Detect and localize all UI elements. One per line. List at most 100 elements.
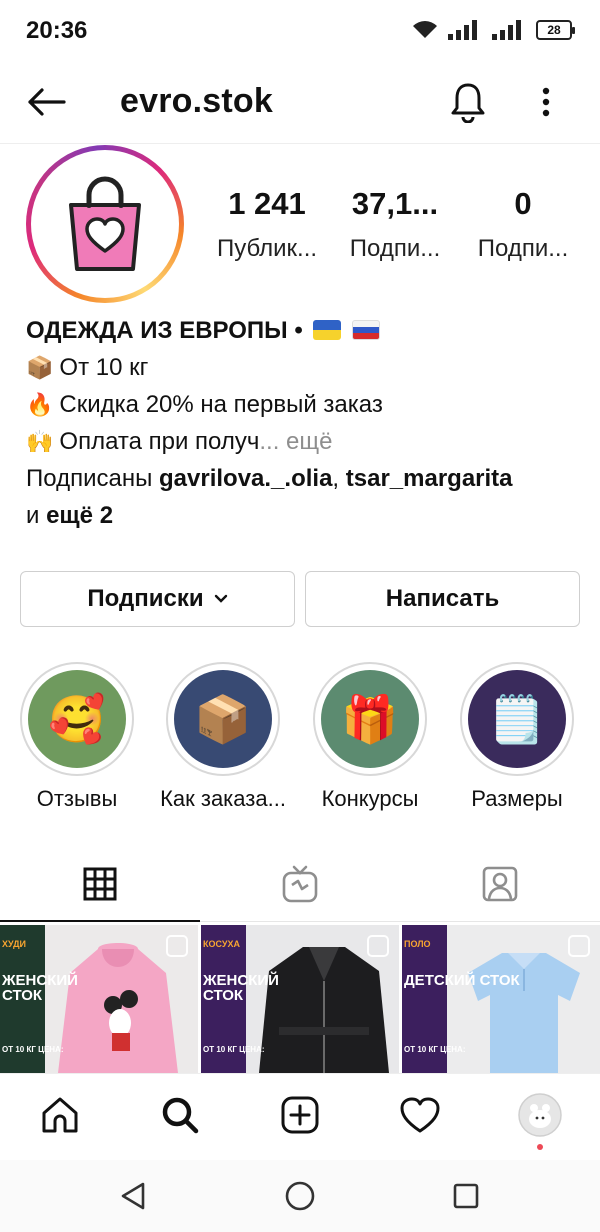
highlight-sizes[interactable]: 🗒️ Размеры	[437, 662, 597, 812]
followed-by[interactable]: Подписаны gavrilova._.olia, tsar_margari…	[26, 460, 586, 497]
post-thumbnail[interactable]: КОСУХА ЖЕНСКИЙ СТОК ОТ 10 КГ ЦЕНА:	[201, 925, 399, 1073]
post-thumbnail[interactable]: ХУДИ ЖЕНСКИЙ СТОК ОТ 10 КГ ЦЕНА:	[0, 925, 198, 1073]
battery-icon: 28	[536, 20, 575, 40]
bio-text: Скидка 20% на первый заказ	[59, 391, 383, 418]
tagged-user-icon	[482, 866, 518, 901]
following-button-label: Подписки	[87, 585, 204, 612]
stat-label: Публик...	[216, 235, 318, 262]
package-icon: 📦	[174, 670, 272, 768]
square-recents-icon	[453, 1183, 479, 1209]
nav-activity[interactable]	[380, 1088, 460, 1142]
profile-username: evro.stok	[120, 82, 273, 120]
posts-grid: ХУДИ ЖЕНСКИЙ СТОК ОТ 10 КГ ЦЕНА: КОСУХА …	[0, 925, 600, 1073]
highlight-contests[interactable]: 🎁 Конкурсы	[290, 662, 450, 812]
bio-line: 📦 От 10 кг	[26, 349, 586, 386]
stat-label: Подпи...	[477, 235, 569, 262]
highlight-how-to-order[interactable]: 📦 Как заказа...	[143, 662, 303, 812]
carousel-icon	[568, 935, 590, 957]
tab-igtv[interactable]	[200, 846, 400, 921]
post-thumbnail[interactable]: ПОЛО ДЕТСКИЙ СТОК ОТ 10 КГ ЦЕНА:	[402, 925, 600, 1073]
profile-avatar[interactable]	[26, 145, 184, 303]
nav-profile[interactable]	[500, 1088, 580, 1142]
followed-by-user[interactable]: gavrilova._.olia	[159, 465, 332, 492]
story-highlights: 🥰 Отзывы 📦 Как заказа... 🎁 Конкурсы 🗒️ Р…	[0, 662, 600, 822]
nav-search[interactable]	[140, 1088, 220, 1142]
smiling-hearts-icon: 🥰	[28, 670, 126, 768]
posts-count[interactable]: 1 241 Публик...	[205, 185, 329, 265]
message-button-label: Написать	[385, 585, 500, 612]
bio-name-line: ОДЕЖДА ИЗ ЕВРОПЫ •	[26, 312, 586, 349]
status-bar: 20:36 28	[0, 0, 600, 64]
profile-bio: ОДЕЖДА ИЗ ЕВРОПЫ • 📦 От 10 кг 🔥 Скидка 20%…	[26, 312, 586, 534]
profile-stats: 1 241 Публик... 37,1... Подпи... 0 Подпи…	[205, 185, 585, 265]
followed-by-more-count[interactable]: ещё 2	[46, 502, 113, 529]
pink-hoodie-image	[58, 943, 178, 1073]
post-tag: КОСУХА	[203, 939, 240, 949]
polo-shirt-image	[468, 953, 580, 1073]
profile-tabs	[0, 846, 600, 922]
tab-grid[interactable]	[0, 846, 200, 922]
notifications-button[interactable]	[444, 76, 492, 128]
tab-tagged[interactable]	[400, 846, 600, 921]
bio-more-link[interactable]: ... ещё	[259, 428, 332, 455]
system-navigation	[0, 1160, 600, 1232]
battery-level: 28	[547, 23, 561, 37]
followed-by-and: и	[26, 502, 40, 529]
back-button[interactable]	[22, 78, 70, 126]
fire-icon: 🔥	[26, 392, 54, 417]
post-subtitle: ОТ 10 КГ ЦЕНА:	[203, 1045, 265, 1054]
shopping-bag-logo	[69, 176, 141, 271]
carousel-icon	[367, 935, 389, 957]
nav-home[interactable]	[20, 1088, 100, 1142]
highlight-label: Как заказа...	[160, 786, 286, 811]
followed-by-more[interactable]: и ещё 2	[26, 497, 586, 534]
signal-icon	[492, 20, 521, 40]
bio-line: 🙌 Оплата при получ... ещё	[26, 423, 586, 460]
heart-icon	[400, 1097, 440, 1133]
system-recents-button[interactable]	[436, 1174, 496, 1218]
status-icons: 28	[412, 20, 575, 40]
system-home-button[interactable]	[270, 1174, 330, 1218]
search-icon	[162, 1097, 199, 1134]
message-button[interactable]: Написать	[305, 571, 580, 627]
highlight-reviews[interactable]: 🥰 Отзывы	[0, 662, 157, 812]
package-icon: 📦	[26, 355, 54, 380]
system-back-button[interactable]	[104, 1174, 164, 1218]
carousel-icon	[166, 935, 188, 957]
more-options-button[interactable]	[524, 76, 568, 128]
highlight-label: Конкурсы	[321, 786, 419, 811]
post-subtitle: ОТ 10 КГ ЦЕНА:	[2, 1045, 64, 1054]
home-icon	[42, 1097, 78, 1133]
post-title: ЖЕНСКИЙ СТОК	[2, 972, 78, 1004]
following-button[interactable]: Подписки	[20, 571, 295, 627]
followers-count[interactable]: 37,1... Подпи...	[333, 185, 457, 265]
post-subtitle: ОТ 10 КГ ЦЕНА:	[404, 1045, 466, 1054]
avatar	[37, 156, 173, 292]
post-tag: ПОЛО	[404, 939, 431, 949]
grid-icon	[83, 867, 117, 900]
following-count[interactable]: 0 Подпи...	[461, 185, 585, 265]
more-vertical-icon	[542, 87, 550, 117]
highlight-label: Отзывы	[36, 786, 118, 811]
bio-text: Оплата при получ	[59, 428, 260, 455]
bio-line: 🔥 Скидка 20% на первый заказ	[26, 386, 586, 423]
post-tag: ХУДИ	[2, 939, 27, 949]
raised-hands-icon: 🙌	[26, 429, 54, 454]
ukraine-flag-icon	[313, 320, 342, 340]
bottom-navigation	[0, 1073, 600, 1159]
profile-avatar-icon	[518, 1093, 562, 1137]
followed-by-user[interactable]: tsar_margarita	[346, 465, 513, 492]
post-title: ЖЕНСКИЙ СТОК	[203, 972, 279, 1004]
stat-label: Подпи...	[349, 235, 441, 262]
add-post-icon	[281, 1096, 319, 1134]
gift-icon: 🎁	[321, 670, 419, 768]
bell-icon	[451, 83, 485, 123]
nav-create[interactable]	[260, 1088, 340, 1142]
signal-icon	[448, 20, 477, 40]
status-time: 20:36	[26, 17, 88, 44]
chevron-down-icon	[214, 594, 227, 603]
igtv-icon	[282, 865, 318, 902]
leather-jacket-image	[259, 947, 389, 1073]
stat-value: 37,1...	[351, 186, 439, 221]
profile-display-name: ОДЕЖДА ИЗ ЕВРОПЫ •	[26, 317, 303, 344]
